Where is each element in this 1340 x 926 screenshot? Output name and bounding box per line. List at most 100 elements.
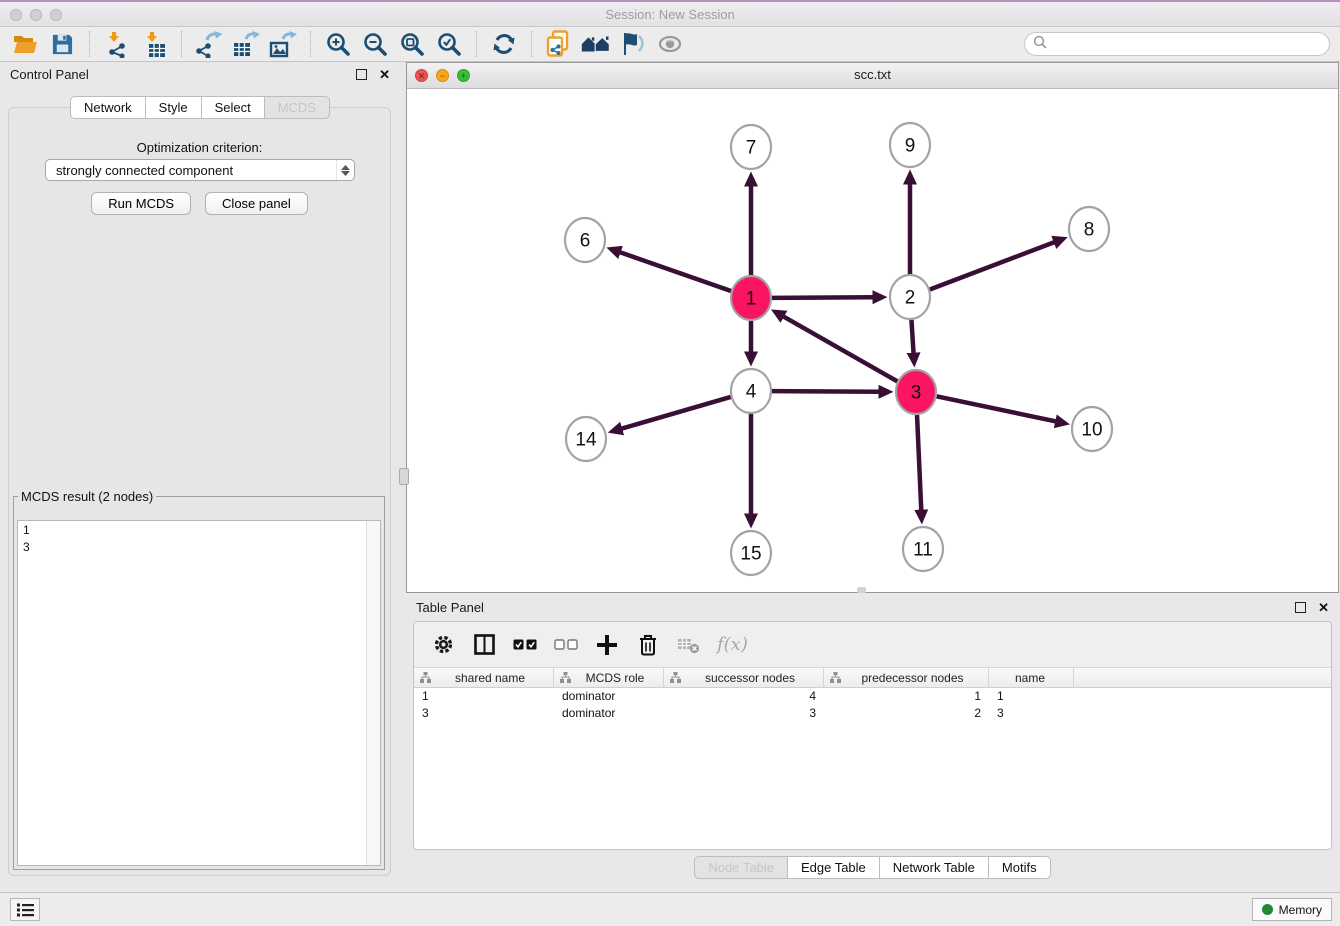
table-cell[interactable]: 1 (414, 689, 554, 703)
import-network-icon[interactable] (102, 30, 132, 58)
export-network-icon[interactable] (194, 30, 224, 58)
deselect-all-columns-icon[interactable] (553, 630, 579, 660)
network-canvas[interactable]: 1234678910111415 (407, 88, 1338, 592)
table-options-icon[interactable] (430, 630, 456, 660)
criterion-value: strongly connected component (56, 163, 233, 178)
graph-edge-4-14[interactable] (621, 397, 731, 429)
search-input[interactable] (1053, 36, 1321, 52)
table-cell[interactable]: 1 (824, 689, 989, 703)
column-header-MCDS-role[interactable]: MCDS role (554, 668, 664, 687)
graph-edge-1-2[interactable] (772, 297, 874, 298)
table-cell[interactable]: 1 (989, 689, 1074, 703)
vertical-splitter-handle[interactable] (399, 468, 409, 485)
graph-edge-3-11[interactable] (917, 415, 921, 511)
table-cell[interactable]: 3 (664, 706, 824, 720)
memory-button[interactable]: Memory (1252, 898, 1332, 921)
mcds-result-box: MCDS result (2 nodes) 13 (13, 489, 385, 870)
result-scrollbar[interactable] (366, 521, 380, 865)
import-table-icon[interactable] (139, 30, 169, 58)
add-row-icon[interactable] (594, 630, 620, 660)
export-image-icon[interactable] (268, 30, 298, 58)
graph-edge-3-1[interactable] (783, 316, 898, 381)
delete-row-icon[interactable] (635, 630, 661, 660)
column-header-name[interactable]: name (989, 668, 1074, 687)
network-window-titlebar[interactable]: ✕ − + scc.txt (407, 63, 1338, 89)
save-session-icon[interactable] (47, 30, 77, 58)
graph-edge-2-3[interactable] (911, 320, 913, 354)
table-cell[interactable]: 4 (664, 689, 824, 703)
bird-eye-view-icon[interactable] (655, 30, 685, 58)
mcds-result-list[interactable]: 13 (17, 520, 381, 866)
export-table-icon[interactable] (231, 30, 261, 58)
column-header-shared-name[interactable]: shared name (414, 668, 554, 687)
table-tab-network-table[interactable]: Network Table (879, 856, 989, 879)
table-tab-node-table[interactable]: Node Table (694, 856, 788, 879)
tab-style[interactable]: Style (145, 96, 202, 119)
close-table-panel-icon[interactable]: ✕ (1318, 601, 1329, 614)
control-panel-tabs: NetworkStyleSelectMCDS (0, 96, 400, 119)
show-column-panel-icon[interactable] (471, 630, 497, 660)
horizontal-scroll-thumb[interactable] (857, 587, 866, 593)
zoom-in-icon[interactable] (323, 30, 353, 58)
table-cell[interactable]: 2 (824, 706, 989, 720)
graph-node-label-15: 15 (740, 544, 761, 565)
float-panel-icon[interactable] (356, 69, 367, 80)
graph-node-label-7: 7 (746, 138, 757, 159)
network-canvas-svg: 1234678910111415 (407, 88, 1338, 592)
table-cell[interactable]: dominator (554, 689, 664, 703)
clone-network-icon[interactable] (544, 30, 574, 58)
graph-node-label-4: 4 (746, 382, 757, 403)
tab-mcds[interactable]: MCDS (264, 96, 330, 119)
optimization-criterion-label: Optimization criterion: (9, 140, 390, 155)
apply-function-icon[interactable]: f(x) (717, 630, 748, 660)
task-history-button[interactable] (10, 898, 40, 921)
select-stepper-icon (336, 160, 354, 180)
status-bar: Memory (0, 892, 1340, 926)
table-panel-title: Table Panel (416, 600, 484, 615)
toolbar-separator (476, 31, 477, 57)
tab-select[interactable]: Select (201, 96, 265, 119)
select-all-columns-icon[interactable] (512, 630, 538, 660)
search-field[interactable] (1024, 32, 1330, 56)
node-table[interactable]: shared nameMCDS rolesuccessor nodesprede… (414, 667, 1331, 721)
table-row[interactable]: 3dominator323 (414, 705, 1331, 722)
float-table-panel-icon[interactable] (1295, 602, 1306, 613)
toolbar-separator (181, 31, 182, 57)
search-icon (1033, 35, 1047, 54)
table-row[interactable]: 1dominator411 (414, 688, 1331, 705)
column-header-successor-nodes[interactable]: successor nodes (664, 668, 824, 687)
graph-node-label-9: 9 (905, 136, 916, 157)
open-session-icon[interactable] (10, 30, 40, 58)
show-home-icon[interactable] (581, 30, 611, 58)
column-header-predecessor-nodes[interactable]: predecessor nodes (824, 668, 989, 687)
graph-node-label-11: 11 (913, 540, 933, 561)
run-mcds-button[interactable]: Run MCDS (91, 192, 191, 215)
app-titlebar: Session: New Session (0, 0, 1340, 27)
table-cell[interactable]: 3 (989, 706, 1074, 720)
table-tab-motifs[interactable]: Motifs (988, 856, 1051, 879)
table-tab-edge-table[interactable]: Edge Table (787, 856, 880, 879)
table-cell[interactable]: dominator (554, 706, 664, 720)
close-panel-button[interactable]: Close panel (205, 192, 308, 215)
criterion-select[interactable]: strongly connected component (45, 159, 355, 181)
graph-edge-4-3[interactable] (772, 391, 880, 392)
zoom-fit-icon[interactable] (397, 30, 427, 58)
graph-edge-3-10[interactable] (937, 396, 1057, 421)
main-toolbar (0, 27, 1340, 62)
table-body[interactable]: 1dominator4113dominator323 (414, 688, 1331, 721)
zoom-selected-icon[interactable] (434, 30, 464, 58)
close-panel-icon[interactable]: ✕ (379, 68, 390, 81)
graph-node-label-6: 6 (580, 231, 591, 252)
hide-graphics-details-icon[interactable] (618, 30, 648, 58)
zoom-out-icon[interactable] (360, 30, 390, 58)
graph-node-label-2: 2 (905, 288, 916, 309)
tab-network[interactable]: Network (70, 96, 146, 119)
refresh-icon[interactable] (489, 30, 519, 58)
graph-edge-2-8[interactable] (930, 242, 1055, 290)
table-panel: Table Panel ✕ (406, 595, 1339, 887)
table-header-row[interactable]: shared nameMCDS rolesuccessor nodesprede… (414, 668, 1331, 688)
toolbar-separator (310, 31, 311, 57)
table-cell[interactable]: 3 (414, 706, 554, 720)
delete-table-icon[interactable] (676, 630, 702, 660)
graph-edge-1-6[interactable] (619, 252, 731, 291)
